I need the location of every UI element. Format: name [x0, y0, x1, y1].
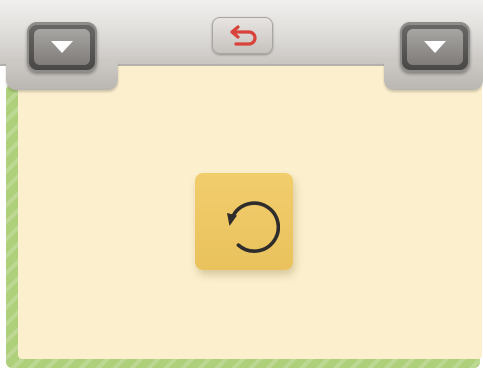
- triangle-down-icon: [424, 41, 446, 53]
- restart-button[interactable]: [195, 173, 293, 270]
- game-screen: [0, 0, 483, 368]
- left-dropdown-inner: [34, 29, 90, 65]
- undo-arrow-icon: [229, 24, 257, 46]
- right-dropdown-button[interactable]: [400, 22, 470, 72]
- right-dropdown-inner: [407, 29, 463, 65]
- restart-circle-arrow-icon: [227, 200, 280, 253]
- undo-button[interactable]: [212, 17, 273, 54]
- triangle-down-icon: [51, 41, 73, 53]
- left-dropdown-button[interactable]: [27, 22, 97, 72]
